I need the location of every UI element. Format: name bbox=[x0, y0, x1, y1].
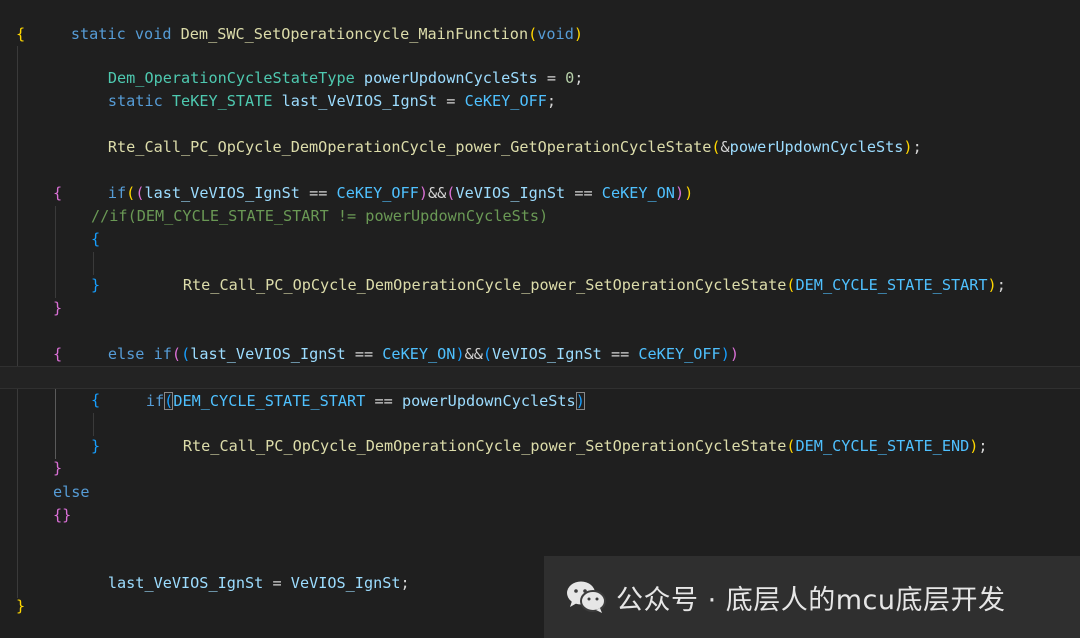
code-line-10[interactable]: Rte_Call_PC_OpCycle_DemOperationCycle_po… bbox=[0, 251, 1080, 294]
code-line-16[interactable]: { bbox=[0, 389, 1080, 412]
semicolon: ; bbox=[912, 138, 922, 156]
comment: //if(DEM_CYCLE_STATE_START != powerUpdow… bbox=[91, 207, 549, 225]
variable: last_VeVIOS_IgnSt bbox=[107, 574, 264, 592]
watermark: 公众号 · 底层人的mcu底层开发 bbox=[544, 556, 1080, 638]
keyword: else bbox=[53, 483, 90, 501]
brace: } bbox=[16, 597, 26, 615]
variable: last_VeVIOS_IgnSt bbox=[281, 92, 438, 110]
brace: } bbox=[53, 299, 63, 317]
type-name: TeKEY_STATE bbox=[171, 92, 273, 110]
code-line-14[interactable]: { bbox=[0, 343, 1080, 366]
function-call: Rte_Call_PC_OpCycle_DemOperationCycle_po… bbox=[107, 138, 712, 156]
code-line-12[interactable]: } bbox=[0, 297, 1080, 320]
watermark-text: 公众号 · 底层人的mcu底层开发 bbox=[616, 584, 1006, 616]
code-line-11[interactable]: } bbox=[0, 274, 1080, 297]
brace: { bbox=[91, 391, 101, 409]
code-line-8[interactable]: //if(DEM_CYCLE_STATE_START != powerUpdow… bbox=[0, 205, 1080, 228]
brace: { bbox=[53, 184, 63, 202]
code-line-5[interactable]: Rte_Call_PC_OpCycle_DemOperationCycle_po… bbox=[0, 113, 1080, 156]
paren: ( bbox=[711, 138, 721, 156]
brace: } bbox=[53, 459, 63, 477]
variable: powerUpdownCycleSts bbox=[729, 138, 904, 156]
code-line-3[interactable]: Dem_OperationCycleStateType powerUpdownC… bbox=[0, 44, 1080, 87]
code-line-1[interactable]: static void Dem_SWC_SetOperationcycle_Ma… bbox=[0, 0, 1080, 43]
wechat-icon bbox=[566, 580, 606, 614]
code-line-4[interactable]: static TeKEY_STATE last_VeVIOS_IgnSt = C… bbox=[0, 67, 1080, 110]
operator: & bbox=[720, 138, 730, 156]
brace: } bbox=[91, 437, 101, 455]
paren: ) bbox=[903, 138, 913, 156]
brace: { bbox=[16, 25, 26, 43]
code-line-6[interactable]: if((last_VeVIOS_IgnSt == CeKEY_OFF)&&(Ve… bbox=[0, 159, 1080, 202]
code-line-19[interactable]: } bbox=[0, 457, 1080, 480]
code-line-17[interactable]: Rte_Call_PC_OpCycle_DemOperationCycle_po… bbox=[0, 412, 1080, 455]
keyword: static bbox=[107, 92, 163, 110]
semicolon: ; bbox=[400, 574, 410, 592]
code-line-7[interactable]: { bbox=[0, 182, 1080, 205]
brace: { bbox=[91, 230, 101, 248]
operator: = bbox=[446, 92, 456, 110]
semicolon: ; bbox=[546, 92, 557, 110]
code-line-2[interactable]: { bbox=[0, 23, 1080, 46]
brace: } bbox=[91, 276, 101, 294]
code-editor[interactable]: static void Dem_SWC_SetOperationcycle_Ma… bbox=[0, 0, 1080, 638]
operator: = bbox=[272, 574, 282, 592]
code-line-15-current[interactable]: if(DEM_CYCLE_STATE_START == powerUpdownC… bbox=[0, 366, 1080, 410]
variable: VeVIOS_IgnSt bbox=[290, 574, 401, 592]
code-line-13[interactable]: else if((last_VeVIOS_IgnSt == CeKEY_ON)&… bbox=[0, 320, 1080, 363]
brace: { bbox=[53, 345, 63, 363]
braces: {} bbox=[53, 506, 72, 524]
code-line-21[interactable]: {} bbox=[0, 504, 1080, 527]
code-line-20[interactable]: else bbox=[0, 481, 1080, 504]
constant: CeKEY_OFF bbox=[464, 92, 547, 110]
code-line-18[interactable]: } bbox=[0, 435, 1080, 458]
code-line-9[interactable]: { bbox=[0, 228, 1080, 251]
